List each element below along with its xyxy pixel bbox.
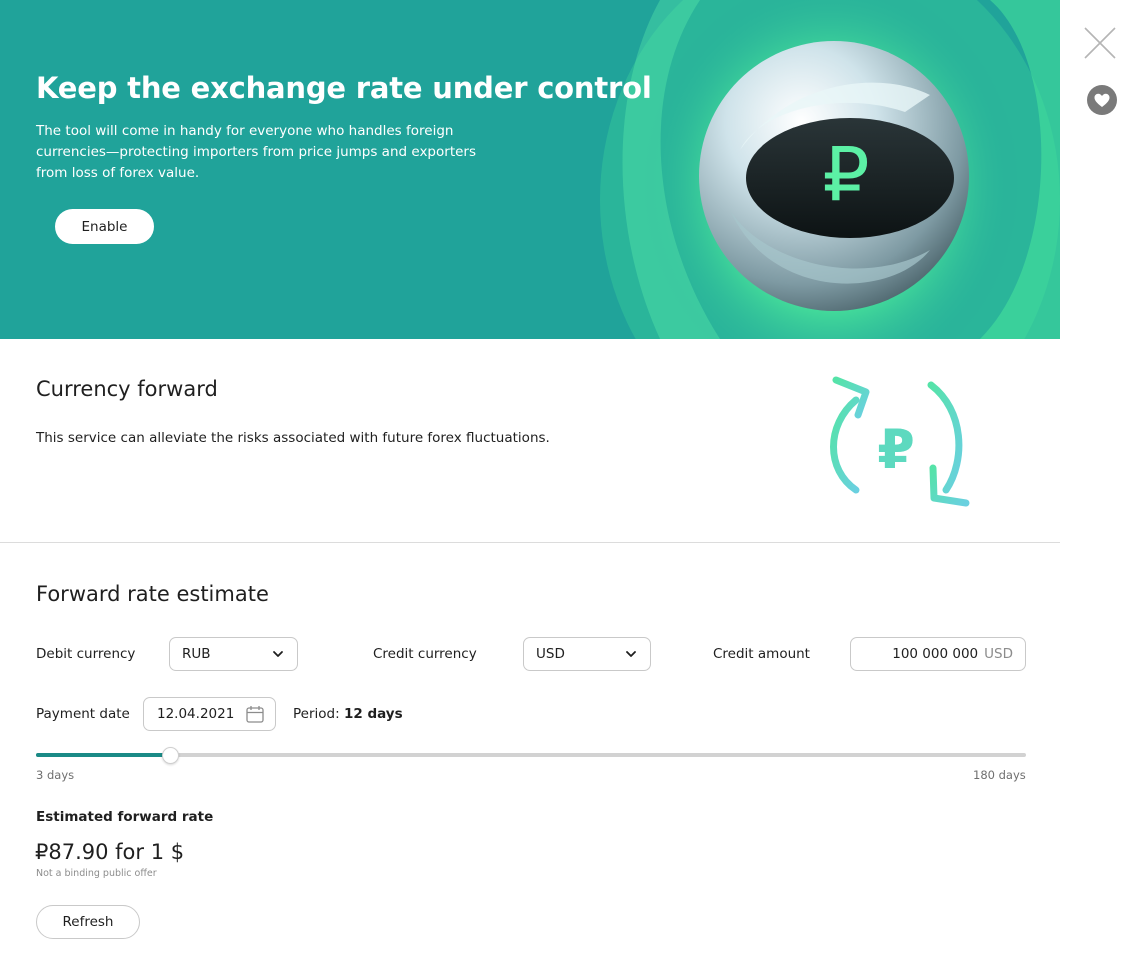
hero-description: The tool will come in handy for everyone… <box>36 123 476 181</box>
credit-amount-currency: USD <box>984 646 1013 662</box>
heart-icon[interactable] <box>1087 85 1117 115</box>
product-description: This service can alleviate the risks ass… <box>36 430 550 446</box>
period-value: 12 days <box>343 706 403 722</box>
slider-thumb[interactable] <box>162 747 179 764</box>
hero-title: Keep the exchange rate under control <box>36 71 652 105</box>
chevron-down-icon <box>273 651 283 657</box>
credit-currency-select[interactable]: USD <box>523 637 651 671</box>
hero-banner: ₽ Keep the exchange rate under control T… <box>0 0 1060 339</box>
period-text: Period: 12 days <box>293 706 403 722</box>
chevron-down-icon <box>626 651 636 657</box>
hero-ruble-symbol: ₽ <box>822 132 869 218</box>
credit-amount-label: Credit amount <box>713 646 810 662</box>
credit-currency-value: USD <box>536 646 565 662</box>
payment-date-label: Payment date <box>36 706 130 722</box>
payment-date-value: 12.04.2021 <box>157 706 235 722</box>
period-label: Period: <box>293 706 340 722</box>
close-icon[interactable] <box>1082 25 1118 61</box>
slider-track <box>36 753 1026 757</box>
product-title: Currency forward <box>36 377 218 401</box>
section-divider <box>0 542 1060 543</box>
estimate-value: ₽87.90 for 1 $ <box>35 840 185 864</box>
debit-currency-select[interactable]: RUB <box>169 637 298 671</box>
ruble-exchange-icon: ₽ <box>830 376 970 507</box>
period-slider[interactable] <box>36 747 1026 767</box>
enable-button[interactable]: Enable <box>55 209 154 244</box>
slider-min-label: 3 days <box>36 768 75 782</box>
refresh-button[interactable]: Refresh <box>36 905 140 939</box>
credit-amount-input[interactable]: 100 000 000 USD <box>850 637 1026 671</box>
slider-fill <box>36 753 170 757</box>
estimate-label: Estimated forward rate <box>36 809 214 825</box>
slider-max-label: 180 days <box>973 768 1026 782</box>
calculator-title: Forward rate estimate <box>36 582 269 606</box>
calendar-icon <box>246 706 264 723</box>
estimate-disclaimer: Not a binding public offer <box>36 868 157 879</box>
product-ruble-symbol: ₽ <box>877 418 915 481</box>
payment-date-picker[interactable]: 12.04.2021 <box>143 697 276 731</box>
debit-currency-value: RUB <box>182 646 211 662</box>
credit-amount-value: 100 000 000 <box>892 646 979 662</box>
debit-currency-label: Debit currency <box>36 646 136 662</box>
credit-currency-label: Credit currency <box>373 646 477 662</box>
